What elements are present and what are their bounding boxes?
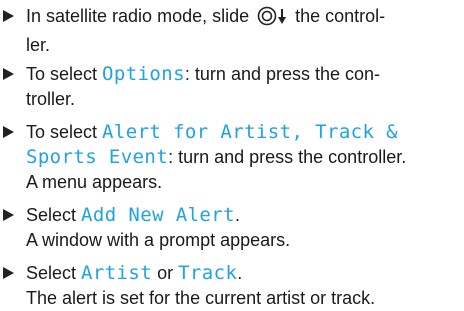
- display-term-options: Options: [102, 63, 185, 85]
- step-1-line-2: ler.: [26, 35, 51, 55]
- step-5-line-1: Select Artist or Track.: [26, 262, 243, 284]
- display-term-track: Track: [178, 262, 238, 284]
- step-2-line-1: To select Options: turn and press the co…: [26, 63, 381, 85]
- bullet-arrow-icon: [3, 126, 14, 138]
- step-2-line-2: troller.: [26, 89, 76, 109]
- step-4-line-1: Select Add New Alert.: [26, 204, 240, 226]
- step-4: Select Add New Alert. A window with a pr…: [3, 203, 458, 253]
- bullet-arrow-icon: [3, 209, 14, 221]
- step-3-line-1: To select Alert for Artist, Track &: [26, 121, 399, 143]
- display-term-add-new-alert: Add New Alert: [81, 204, 235, 226]
- step-1: In satellite radio mode, slide the contr…: [3, 4, 458, 58]
- step-1-line-1: In satellite radio mode, slide the contr…: [26, 4, 458, 33]
- controller-slide-down-icon: [257, 6, 289, 33]
- display-term-alert-for-artist: Alert for Artist, Track &: [102, 121, 399, 143]
- display-term-artist: Artist: [81, 262, 153, 284]
- step-3-line-2: Sports Event: turn and press the control…: [26, 146, 407, 168]
- step-5: Select Artist or Track. The alert is set…: [3, 261, 458, 311]
- display-term-sports-event: Sports Event: [26, 146, 169, 168]
- bullet-arrow-icon: [3, 10, 14, 22]
- step-4-result: A window with a prompt appears.: [26, 230, 291, 250]
- instruction-list: In satellite radio mode, slide the contr…: [0, 0, 464, 308]
- bullet-arrow-icon: [3, 68, 14, 80]
- step-2: To select Options: turn and press the co…: [3, 62, 458, 112]
- bullet-arrow-icon: [3, 267, 14, 279]
- step-3: To select Alert for Artist, Track & Spor…: [3, 120, 458, 195]
- step-5-result: The alert is set for the current artist …: [26, 288, 376, 308]
- step-3-result: A menu appears.: [26, 172, 163, 192]
